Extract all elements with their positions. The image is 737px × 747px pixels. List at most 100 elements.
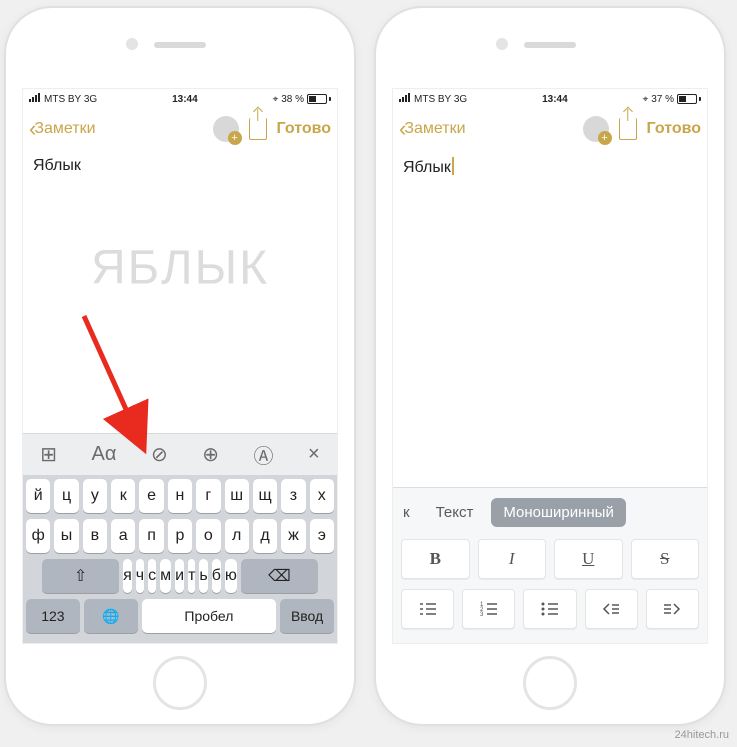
key-ф[interactable]: ф [26, 519, 50, 553]
key-х[interactable]: х [310, 479, 334, 513]
underline-button[interactable]: U [554, 539, 623, 579]
note-body[interactable]: Яблык [393, 149, 707, 487]
done-button[interactable]: Готово [647, 120, 701, 138]
markup-icon[interactable]: Ⓐ [254, 440, 274, 469]
key-в[interactable]: в [83, 519, 107, 553]
carrier-label: MTS BY 3G [44, 94, 97, 105]
backspace-key[interactable]: ⌫ [241, 559, 318, 593]
close-icon[interactable]: × [308, 443, 320, 466]
nav-bar: ‹ Заметки Готово [393, 109, 707, 149]
list-indent-row: 123 [401, 589, 699, 629]
clock: 13:44 [172, 94, 198, 105]
key-ы[interactable]: ы [54, 519, 78, 553]
speaker-slot [154, 42, 206, 48]
key-а[interactable]: а [111, 519, 135, 553]
key-л[interactable]: л [225, 519, 249, 553]
inline-format-row: B I U S [401, 539, 699, 579]
done-button[interactable]: Готово [277, 120, 331, 138]
battery-percent: 37 % [651, 94, 674, 105]
home-button[interactable] [153, 656, 207, 710]
style-monospace-selected[interactable]: Моноширинный [491, 498, 626, 527]
back-button[interactable]: ‹ Заметки [29, 116, 96, 142]
cellular-signal-icon [29, 93, 41, 105]
style-body-text[interactable]: Текст [428, 500, 482, 525]
add-person-button[interactable] [213, 116, 239, 142]
text-cursor [452, 157, 454, 175]
carrier-label: MTS BY 3G [414, 94, 467, 105]
key-ю[interactable]: ю [225, 559, 237, 593]
strikethrough-button[interactable]: S [631, 539, 700, 579]
key-н[interactable]: н [168, 479, 192, 513]
key-ж[interactable]: ж [281, 519, 305, 553]
key-ь[interactable]: ь [199, 559, 207, 593]
key-т[interactable]: т [188, 559, 195, 593]
share-button[interactable] [619, 118, 637, 140]
key-р[interactable]: р [168, 519, 192, 553]
italic-button[interactable]: I [478, 539, 547, 579]
key-и[interactable]: и [175, 559, 184, 593]
status-bar: MTS BY 3G 13:44 ⌖ 37 % [393, 89, 707, 109]
status-bar: MTS BY 3G 13:44 ⌖ 38 % [23, 89, 337, 109]
dash-list-button[interactable] [401, 589, 454, 629]
camera-dot [496, 38, 508, 50]
key-э[interactable]: э [310, 519, 334, 553]
text-style-button[interactable]: Aα [92, 443, 117, 466]
globe-key[interactable]: 🌐 [84, 599, 138, 633]
key-о[interactable]: о [196, 519, 220, 553]
back-label: Заметки [404, 120, 465, 138]
add-icon[interactable]: ⊕ [202, 442, 219, 467]
bullet-list-button[interactable] [523, 589, 576, 629]
numbered-list-button[interactable]: 123 [462, 589, 515, 629]
keyboard: йцукенгшщзх фывапролджэ ⇧ ячсмитьбю ⌫ 12… [23, 475, 337, 643]
key-д[interactable]: д [253, 519, 277, 553]
phone-frame-left: MTS BY 3G 13:44 ⌖ 38 % ‹ Заметки Готово [4, 6, 356, 726]
watermark: ЯБЛЫК [91, 241, 269, 296]
shift-key[interactable]: ⇧ [42, 559, 119, 593]
key-ш[interactable]: ш [225, 479, 249, 513]
home-button[interactable] [523, 656, 577, 710]
key-м[interactable]: м [160, 559, 171, 593]
text-style-picker[interactable]: к Текст Моноширинный [401, 498, 699, 527]
share-button[interactable] [249, 118, 267, 140]
screen-right: MTS BY 3G 13:44 ⌖ 37 % ‹ Заметки Готово [392, 88, 708, 644]
key-я[interactable]: я [123, 559, 132, 593]
return-key[interactable]: Ввод [280, 599, 334, 633]
note-text: Яблык [33, 157, 81, 174]
phone-frame-right: MTS BY 3G 13:44 ⌖ 37 % ‹ Заметки Готово [374, 6, 726, 726]
camera-dot [126, 38, 138, 50]
numbers-key[interactable]: 123 [26, 599, 80, 633]
bluetooth-icon: ⌖ [273, 94, 279, 105]
bold-button[interactable]: B [401, 539, 470, 579]
key-с[interactable]: с [148, 559, 156, 593]
bluetooth-icon: ⌖ [643, 94, 649, 105]
battery-percent: 38 % [281, 94, 304, 105]
key-щ[interactable]: щ [253, 479, 277, 513]
key-б[interactable]: б [212, 559, 221, 593]
battery-icon [677, 94, 701, 104]
back-button[interactable]: ‹ Заметки [399, 116, 466, 142]
battery-icon [307, 94, 331, 104]
key-ч[interactable]: ч [136, 559, 144, 593]
key-ц[interactable]: ц [54, 479, 78, 513]
key-г[interactable]: г [196, 479, 220, 513]
checklist-icon[interactable]: ⊘ [151, 442, 168, 467]
space-key[interactable]: Пробел [142, 599, 277, 633]
key-у[interactable]: у [83, 479, 107, 513]
note-body[interactable]: Яблык ЯБЛЫК [23, 149, 337, 433]
key-п[interactable]: п [139, 519, 163, 553]
screen-left: MTS BY 3G 13:44 ⌖ 38 % ‹ Заметки Готово [22, 88, 338, 644]
format-panel: к Текст Моноширинный B I U S 123 [393, 487, 707, 643]
back-label: Заметки [34, 120, 95, 138]
indent-button[interactable] [646, 589, 699, 629]
svg-text:3: 3 [480, 612, 484, 617]
key-з[interactable]: з [281, 479, 305, 513]
outdent-button[interactable] [585, 589, 638, 629]
add-person-button[interactable] [583, 116, 609, 142]
key-й[interactable]: й [26, 479, 50, 513]
format-toolbar: ⊞ Aα ⊘ ⊕ Ⓐ × [23, 433, 337, 475]
table-icon[interactable]: ⊞ [40, 442, 57, 467]
clock: 13:44 [542, 94, 568, 105]
key-к[interactable]: к [111, 479, 135, 513]
style-chip-partial[interactable]: к [401, 500, 418, 525]
key-е[interactable]: е [139, 479, 163, 513]
